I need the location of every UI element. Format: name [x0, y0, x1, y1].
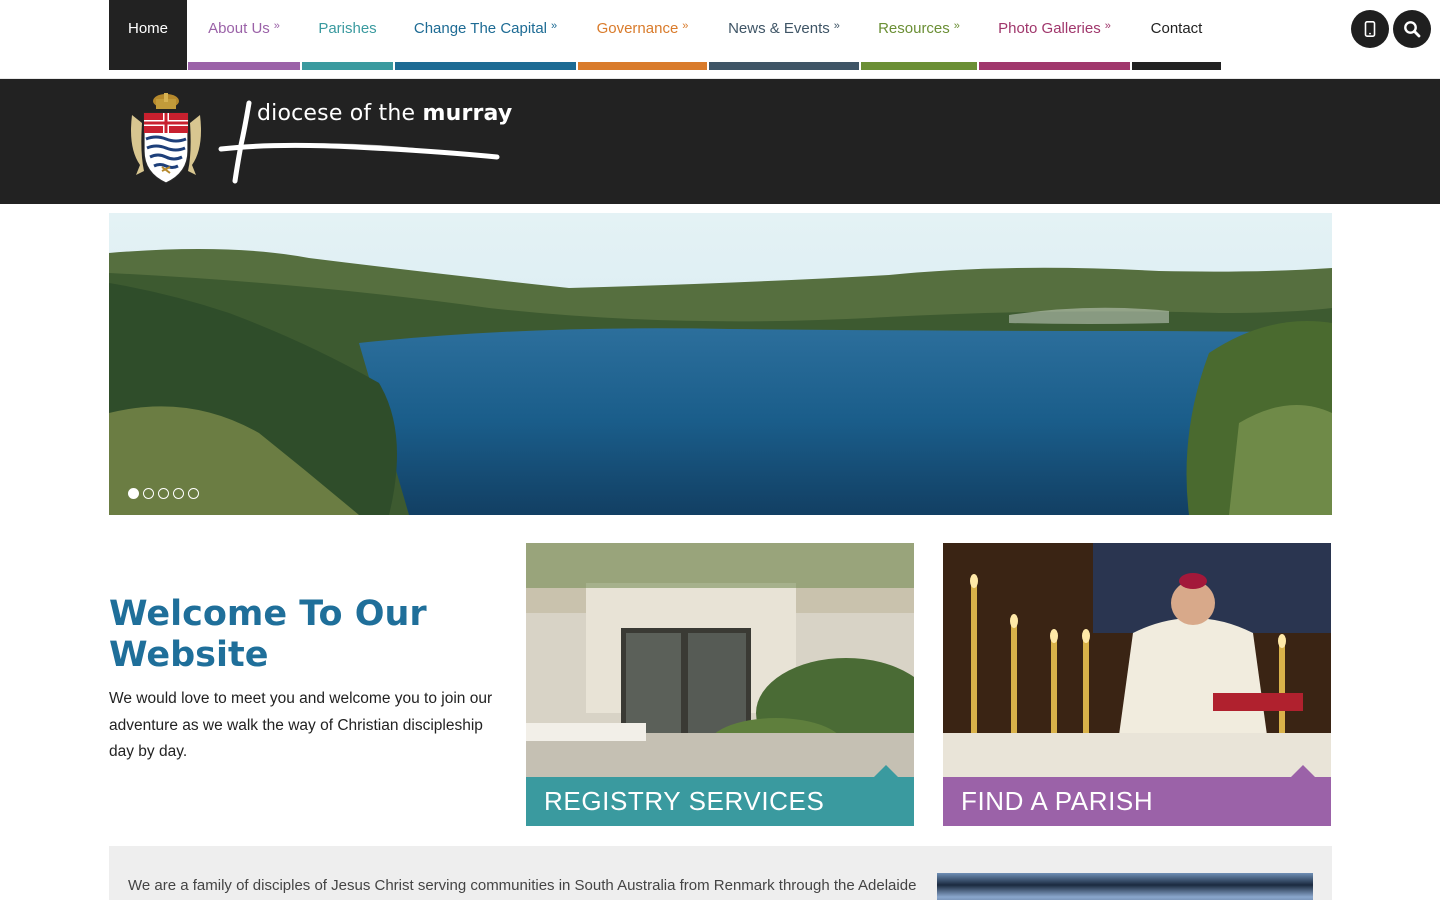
nav-color-bar — [861, 62, 977, 70]
about-text: We are a family of disciples of Jesus Ch… — [128, 877, 917, 894]
nav-color-bar — [302, 62, 393, 70]
nav-item-photo-galleries[interactable]: Photo Galleries» — [978, 0, 1131, 70]
registry-office-photo — [526, 543, 914, 779]
top-navigation-bar: Home About Us» Parishes Change The Capit… — [0, 0, 1440, 79]
registry-services-tile[interactable]: REGISTRY SERVICES — [526, 543, 914, 826]
nav-label: Resources — [878, 20, 950, 37]
diocese-name-text: diocese of the murray — [257, 101, 513, 126]
tile-caption: FIND A PARISH — [943, 777, 1331, 826]
nav-label: Change The Capital — [413, 20, 548, 37]
diocese-crest-logo[interactable] — [126, 93, 206, 191]
chevron-down-icon: » — [833, 20, 840, 32]
bishop-mass-photo — [943, 543, 1331, 779]
nav-item-change-the-capital[interactable]: Change The Capital» — [394, 0, 577, 70]
nav-color-bar — [979, 62, 1130, 70]
mobile-phone-icon — [1364, 21, 1376, 37]
nav-item-home[interactable]: Home — [109, 0, 187, 70]
nav-label: Contact — [1150, 20, 1203, 37]
nav-color-bar — [1132, 62, 1221, 70]
welcome-text: We would love to meet you and welcome yo… — [109, 690, 493, 760]
chevron-down-icon: » — [1104, 20, 1111, 32]
slider-dot[interactable] — [128, 488, 139, 499]
nav-label: About Us — [208, 20, 270, 37]
search-button[interactable] — [1393, 10, 1431, 48]
nav-color-bar — [395, 62, 576, 70]
about-photo — [937, 873, 1313, 900]
slider-dot[interactable] — [158, 488, 169, 499]
nav-label: News & Events — [728, 20, 830, 37]
nav-item-news-events[interactable]: News & Events» — [708, 0, 860, 70]
slider-dot[interactable] — [188, 488, 199, 499]
chevron-down-icon: » — [682, 20, 689, 32]
nav-item-contact[interactable]: Contact — [1131, 0, 1222, 70]
mobile-phone-button[interactable] — [1351, 10, 1389, 48]
slider-dot[interactable] — [143, 488, 154, 499]
nav-label: Parishes — [318, 20, 377, 37]
chevron-down-icon: » — [551, 20, 558, 32]
about-section: We are a family of disciples of Jesus Ch… — [109, 846, 1332, 900]
nav-color-bar — [188, 62, 300, 70]
slider-pagination — [128, 488, 199, 499]
nav-label: Home — [127, 20, 168, 37]
diocese-wordmark-logo[interactable]: diocese of the murray — [215, 97, 512, 187]
nav-color-bar — [709, 62, 859, 70]
nav-item-about-us[interactable]: About Us» — [187, 0, 301, 70]
search-icon — [1404, 21, 1421, 38]
lake-landscape-image — [109, 213, 1332, 515]
welcome-heading: Welcome To Our Website — [109, 594, 427, 675]
hero-slider[interactable] — [109, 213, 1332, 515]
nav-item-governance[interactable]: Governance» — [577, 0, 708, 70]
nav-label: Governance — [596, 20, 679, 37]
nav-item-resources[interactable]: Resources» — [860, 0, 978, 70]
chevron-down-icon: » — [953, 20, 960, 32]
nav-label: Photo Galleries — [998, 20, 1101, 37]
main-nav: Home About Us» Parishes Change The Capit… — [109, 0, 1222, 70]
nav-item-parishes[interactable]: Parishes — [301, 0, 394, 70]
tile-caption: REGISTRY SERVICES — [526, 777, 914, 826]
find-a-parish-tile[interactable]: FIND A PARISH — [943, 543, 1331, 826]
chevron-down-icon: » — [273, 20, 280, 32]
nav-color-bar — [578, 62, 707, 70]
site-header: diocese of the murray — [0, 79, 1440, 204]
slider-dot[interactable] — [173, 488, 184, 499]
